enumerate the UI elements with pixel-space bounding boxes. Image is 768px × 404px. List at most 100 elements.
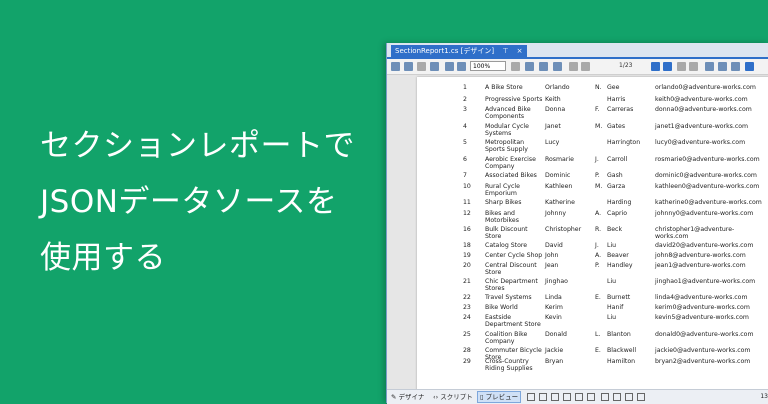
close-icon[interactable]: × — [517, 47, 523, 55]
report-cell-mid: P. — [595, 172, 600, 179]
forward-icon[interactable] — [689, 62, 698, 71]
report-cell-mail: jinghao1@adventure-works.com — [655, 278, 756, 285]
refresh-icon[interactable] — [705, 62, 714, 71]
report-cell-first: Orlando — [545, 84, 570, 91]
page-number: 13 — [760, 393, 768, 400]
report-cell-mid: L. — [595, 331, 601, 338]
report-cell-last: Beck — [607, 226, 623, 233]
report-cell-mail: rosmarie0@adventure-works.com — [655, 156, 760, 163]
report-cell-mid: E. — [595, 294, 601, 301]
report-cell-store: Center Cycle Shop — [485, 252, 543, 259]
report-cell-last: Gash — [607, 172, 623, 179]
first-page-icon[interactable] — [569, 62, 578, 71]
snap-icon[interactable] — [625, 393, 633, 401]
single-page-icon[interactable] — [525, 62, 534, 71]
report-cell-last: Handley — [607, 262, 633, 269]
layout-icon[interactable] — [527, 393, 535, 401]
box-icon[interactable] — [539, 393, 547, 401]
designer-tab[interactable]: ✎ デザイナ — [391, 390, 424, 404]
script-tab[interactable]: ‹› スクリプト — [433, 390, 473, 404]
next-page-icon[interactable] — [651, 62, 660, 71]
box-icon-2[interactable] — [551, 393, 559, 401]
tab-section-report[interactable]: SectionReport1.cs [デザイン] ⊤ × — [391, 45, 527, 57]
snapshot-icon[interactable] — [731, 62, 740, 71]
report-cell-first: John — [545, 252, 559, 259]
hand-tool-icon[interactable] — [718, 62, 727, 71]
box-icon-5[interactable] — [587, 393, 595, 401]
report-cell-mail: david20@adventure-works.com — [655, 242, 754, 249]
pin-icon[interactable]: ⊤ — [502, 47, 508, 55]
report-cell-first: Jinghao — [545, 278, 568, 285]
find-icon[interactable] — [430, 62, 439, 71]
report-cell-first: Janet — [545, 123, 561, 130]
print-icon[interactable] — [404, 62, 413, 71]
report-cell-num: 4 — [463, 123, 467, 130]
report-cell-mid: E. — [595, 347, 601, 354]
box-icon-4[interactable] — [575, 393, 583, 401]
last-page-icon[interactable] — [663, 62, 672, 71]
prev-page-icon[interactable] — [581, 62, 590, 71]
report-cell-first: Kerim — [545, 304, 563, 311]
report-cell-store: Modular Cycle Systems — [485, 123, 529, 137]
report-cell-last: Blanton — [607, 331, 631, 338]
report-cell-mail: dominic0@adventure-works.com — [655, 172, 757, 179]
report-cell-store: Central Discount Store — [485, 262, 537, 276]
report-cell-num: 7 — [463, 172, 467, 179]
continuous-page-icon[interactable] — [539, 62, 548, 71]
report-cell-store: Associated Bikes — [485, 172, 537, 179]
report-cell-store: Travel Systems — [485, 294, 532, 301]
report-cell-first: Katherine — [545, 199, 575, 206]
copy-icon[interactable] — [417, 62, 426, 71]
report-cell-last: Liu — [607, 278, 617, 285]
report-cell-mail: kathleen0@adventure-works.com — [655, 183, 760, 190]
preview-tab[interactable]: ▯ プレビュー — [477, 391, 522, 403]
fit-width-icon[interactable] — [511, 62, 520, 71]
zoom-in-icon[interactable] — [457, 62, 466, 71]
report-cell-last: Garza — [607, 183, 626, 190]
preview-toolbar: 100% 1/23 — [387, 59, 768, 75]
report-cell-mid: N. — [595, 84, 602, 91]
report-cell-store: Rural Cycle Emporium — [485, 183, 520, 197]
report-cell-first: Jackie — [545, 347, 564, 354]
toc-icon[interactable] — [391, 62, 400, 71]
report-cell-last: Caprio — [607, 210, 628, 217]
back-icon[interactable] — [677, 62, 686, 71]
report-cell-last: Harrington — [607, 139, 641, 146]
report-cell-first: Rosmarie — [545, 156, 574, 163]
report-cell-mid: J. — [595, 156, 599, 163]
report-cell-mid: R. — [595, 226, 602, 233]
grid-icon[interactable] — [601, 393, 609, 401]
report-cell-mid: J. — [595, 242, 599, 249]
report-cell-mail: kerim0@adventure-works.com — [655, 304, 750, 311]
report-cell-store: Sharp Bikes — [485, 199, 522, 206]
report-cell-num: 21 — [463, 278, 471, 285]
designer-statusbar: ✎ デザイナ ‹› スクリプト ▯ プレビュー 13 — [387, 389, 768, 404]
report-cell-first: Jean — [545, 262, 559, 269]
export-icon[interactable] — [745, 62, 754, 71]
report-cell-last: Beaver — [607, 252, 629, 259]
report-cell-store: Coalition Bike Company — [485, 331, 528, 345]
report-cell-num: 3 — [463, 106, 467, 113]
zoom-out-icon[interactable] — [445, 62, 454, 71]
report-cell-num: 16 — [463, 226, 471, 233]
report-cell-num: 10 — [463, 183, 471, 190]
report-cell-last: Harris — [607, 96, 626, 103]
report-cell-mail: kevin5@adventure-works.com — [655, 314, 749, 321]
multi-page-icon[interactable] — [553, 62, 562, 71]
designer-tab-label: デザイナ — [398, 393, 425, 401]
report-cell-mid: P. — [595, 262, 600, 269]
report-cell-mail: johnny0@adventure-works.com — [655, 210, 754, 217]
report-cell-first: Kevin — [545, 314, 562, 321]
report-cell-first: David — [545, 242, 563, 249]
report-cell-mail: donna0@adventure-works.com — [655, 106, 752, 113]
report-cell-first: Donald — [545, 331, 567, 338]
box-icon-3[interactable] — [563, 393, 571, 401]
report-designer-window: SectionReport1.cs [デザイン] ⊤ × 100% 1/23 1… — [386, 43, 768, 404]
align-icon[interactable] — [613, 393, 621, 401]
report-cell-num: 1 — [463, 84, 467, 91]
report-cell-mail: john8@adventure-works.com — [655, 252, 746, 259]
report-preview-area[interactable]: 1 A Bike Store Orlando N. Gee orlando0@advent… — [387, 75, 768, 389]
zoom-select[interactable]: 100% — [470, 61, 506, 71]
report-cell-store: Chic Department Stores — [485, 278, 538, 292]
pan-icon[interactable] — [637, 393, 645, 401]
